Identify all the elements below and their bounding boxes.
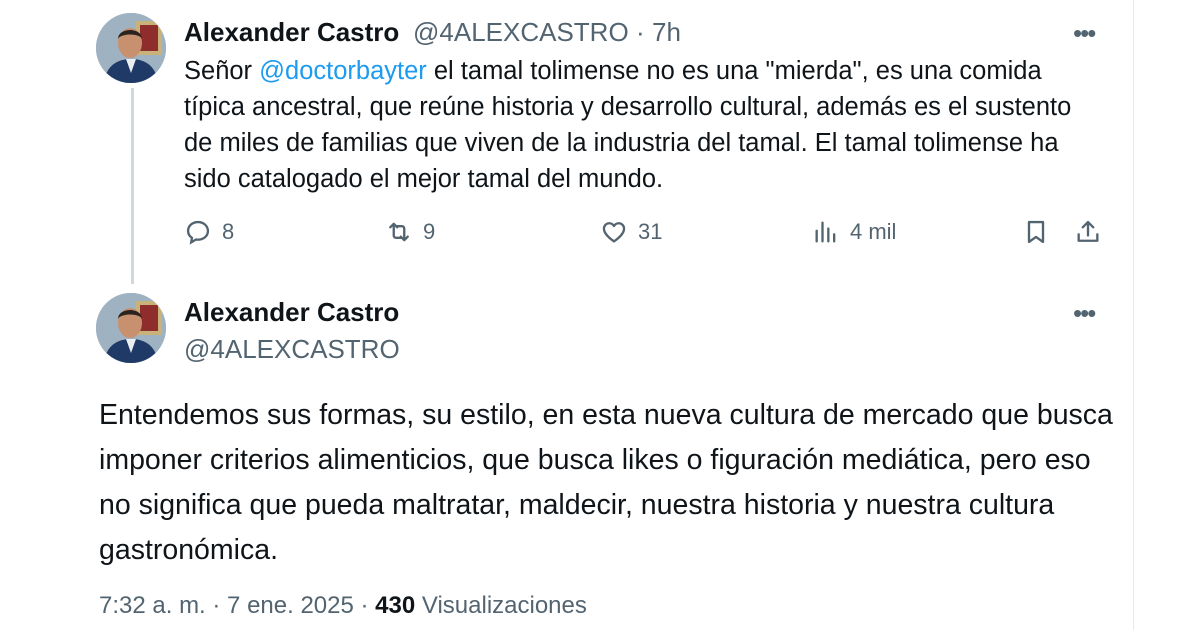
like-count: 31 [638, 219, 663, 244]
tweet-text: Señor @doctorbayter el tamal tolimense n… [184, 53, 1084, 197]
thread-line [131, 88, 134, 284]
author-name[interactable]: Alexander Castro [184, 297, 399, 328]
share-button[interactable] [1074, 218, 1112, 246]
author-name[interactable]: Alexander Castro [184, 17, 399, 48]
views-count: 4 mil [850, 219, 897, 244]
tweet-panel: Alexander Castro @4ALEXCASTRO · 7h ••• S… [72, 0, 1134, 630]
tweet-time[interactable]: 7h [652, 17, 681, 48]
like-button[interactable]: 31 [600, 218, 662, 246]
author-handle[interactable]: @4ALEXCASTRO [413, 17, 629, 48]
bookmark-icon [1027, 220, 1045, 244]
author-handle[interactable]: @4ALEXCASTRO [184, 334, 400, 365]
time-separator: · [636, 17, 645, 47]
repost-icon [389, 222, 409, 242]
tweet-text-prefix: Señor [184, 57, 260, 85]
tweet-timestamp[interactable]: 7:32 a. m. · 7 ene. 2025 · [99, 592, 375, 619]
tweet-footer: 7:32 a. m. · 7 ene. 2025 · 430 Visualiza… [99, 592, 587, 620]
avatar[interactable] [96, 13, 166, 83]
repost-button[interactable]: 9 [385, 218, 435, 246]
views-button[interactable]: 4 mil [812, 218, 896, 246]
tweet-text: Entendemos sus formas, su estilo, en est… [99, 399, 1113, 566]
action-bar: 8 9 31 4 mil [184, 218, 1104, 252]
views-label: Visualizaciones [415, 592, 587, 619]
like-icon [602, 222, 626, 243]
repost-count: 9 [423, 219, 436, 244]
share-icon [1077, 220, 1099, 242]
avatar[interactable] [96, 293, 166, 363]
more-icon[interactable]: ••• [1073, 18, 1096, 49]
more-icon[interactable]: ••• [1073, 298, 1096, 329]
views-count: 430 [375, 592, 416, 619]
mention-link[interactable]: @doctorbayter [259, 57, 427, 85]
reply-count: 8 [222, 219, 235, 244]
bookmark-button[interactable] [1022, 218, 1060, 246]
reply-button[interactable]: 8 [184, 218, 234, 246]
reply-icon [186, 220, 210, 245]
views-icon [815, 221, 836, 243]
